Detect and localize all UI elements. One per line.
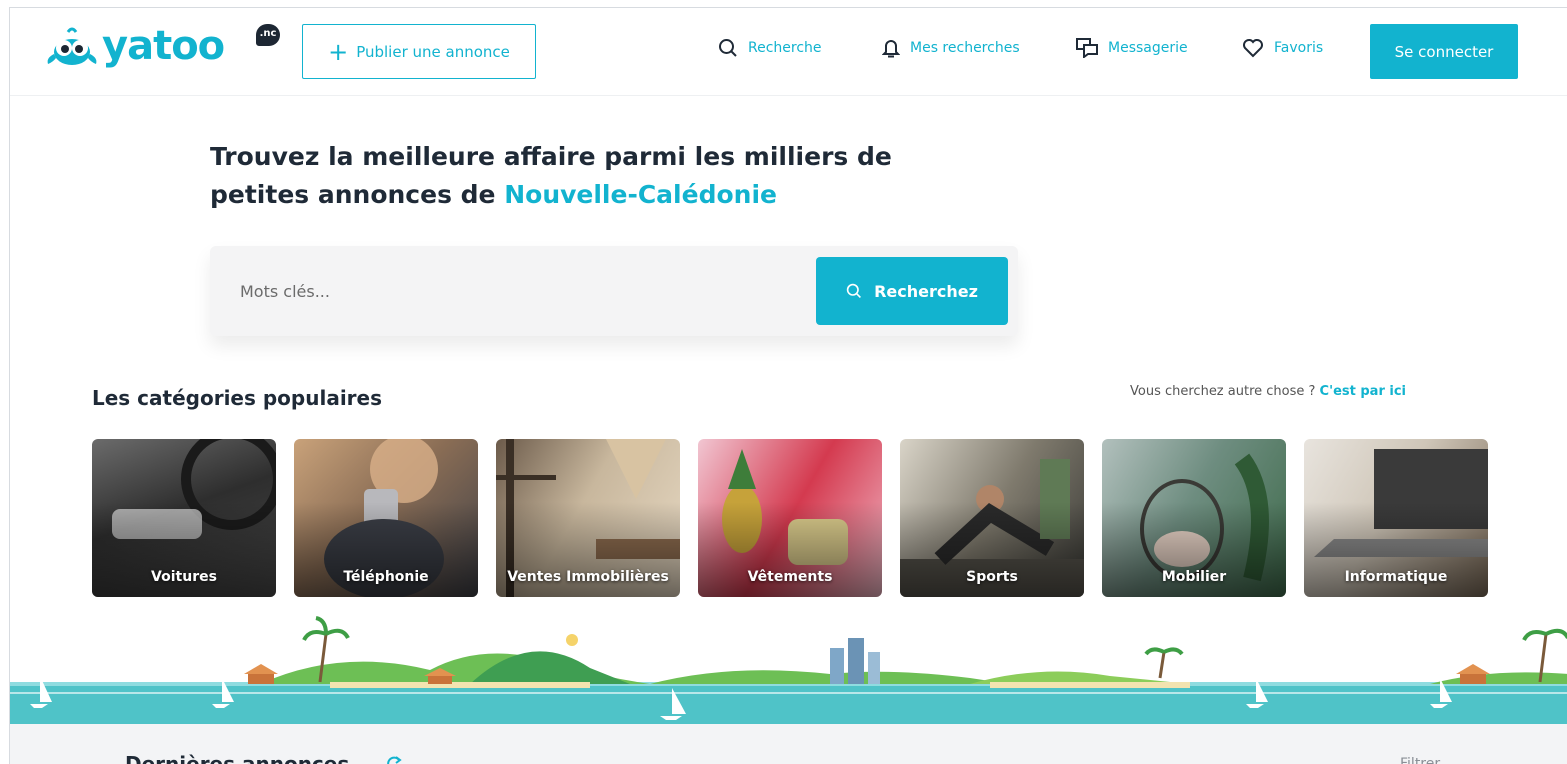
refresh-icon[interactable]: [385, 755, 403, 764]
chat-icon: [1076, 38, 1098, 58]
other-categories-prompt: Vous cherchez autre chose ? C'est par ic…: [1130, 384, 1406, 399]
other-categories-text: Vous cherchez autre chose ?: [1130, 384, 1320, 399]
publish-ad-button[interactable]: + Publier une annonce: [302, 24, 536, 79]
nav-search-label: Recherche: [748, 40, 822, 56]
category-card-voitures[interactable]: Voitures: [92, 439, 276, 597]
mascot-logo-icon: [44, 24, 100, 68]
hero-title-line2: petites annonces de Nouvelle-Calédonie: [210, 176, 930, 214]
search-icon: [719, 39, 737, 57]
category-label: Mobilier: [1161, 569, 1227, 585]
plus-icon: +: [328, 37, 349, 66]
category-label: Informatique: [1344, 569, 1448, 585]
category-card-telephonie[interactable]: Téléphonie: [294, 439, 478, 597]
category-card-informatique[interactable]: Informatique: [1304, 439, 1488, 597]
category-card-mobilier[interactable]: Mobilier: [1102, 439, 1286, 597]
filter-button[interactable]: Filtrer: [1400, 756, 1440, 764]
category-label: Vêtements: [747, 569, 833, 585]
hero-title: Trouvez la meilleure affaire parmi les m…: [210, 138, 930, 214]
nav-messages-label: Messagerie: [1108, 40, 1188, 56]
category-card-sports[interactable]: Sports: [900, 439, 1084, 597]
island-illustration: [10, 616, 1567, 724]
logo-badge: .nc: [256, 24, 280, 46]
search-submit-button[interactable]: Recherchez: [816, 257, 1008, 325]
category-label: Ventes Immobilières: [507, 569, 669, 585]
category-list: Voitures Téléphonie Ventes Immobilières …: [92, 439, 1506, 597]
keyword-search-input[interactable]: [230, 266, 790, 316]
nav-messages[interactable]: Messagerie: [1076, 38, 1188, 58]
search-icon: [846, 283, 862, 298]
categories-heading: Les catégories populaires: [92, 386, 383, 410]
search-submit-label: Recherchez: [874, 281, 978, 301]
nav-favorites[interactable]: Favoris: [1242, 38, 1323, 58]
heart-icon: [1243, 39, 1263, 58]
nav-favorites-label: Favoris: [1274, 40, 1324, 56]
bell-icon: [882, 40, 900, 58]
search-panel: Recherchez: [210, 246, 1018, 336]
hero-title-accent: Nouvelle-Calédonie: [504, 180, 777, 209]
login-button[interactable]: Se connecter: [1370, 24, 1518, 79]
logo-wordmark: yatoo: [102, 23, 225, 69]
nav-search[interactable]: Recherche: [718, 38, 822, 58]
category-label: Sports: [966, 569, 1018, 585]
category-label: Téléphonie: [343, 569, 429, 585]
hero-title-line1: Trouvez la meilleure affaire parmi les m…: [210, 142, 892, 171]
nav-saved-searches[interactable]: Mes recherches: [882, 38, 1020, 58]
publish-ad-label: Publier une annonce: [356, 42, 510, 61]
latest-listings-section: Dernières annonces Filtrer: [10, 724, 1567, 764]
nav-saved-searches-label: Mes recherches: [910, 40, 1020, 56]
category-card-ventes-immobilieres[interactable]: Ventes Immobilières: [496, 439, 680, 597]
top-navbar: yatoo .nc + Publier une annonce Recherch…: [10, 8, 1567, 96]
page-frame: yatoo .nc + Publier une annonce Recherch…: [9, 7, 1567, 764]
latest-listings-heading: Dernières annonces: [125, 752, 350, 764]
hero-title-prefix: petites annonces de: [210, 180, 505, 209]
category-card-vetements[interactable]: Vêtements: [698, 439, 882, 597]
site-logo[interactable]: yatoo: [44, 23, 225, 69]
other-categories-link[interactable]: C'est par ici: [1320, 384, 1406, 399]
category-label: Voitures: [151, 569, 217, 585]
